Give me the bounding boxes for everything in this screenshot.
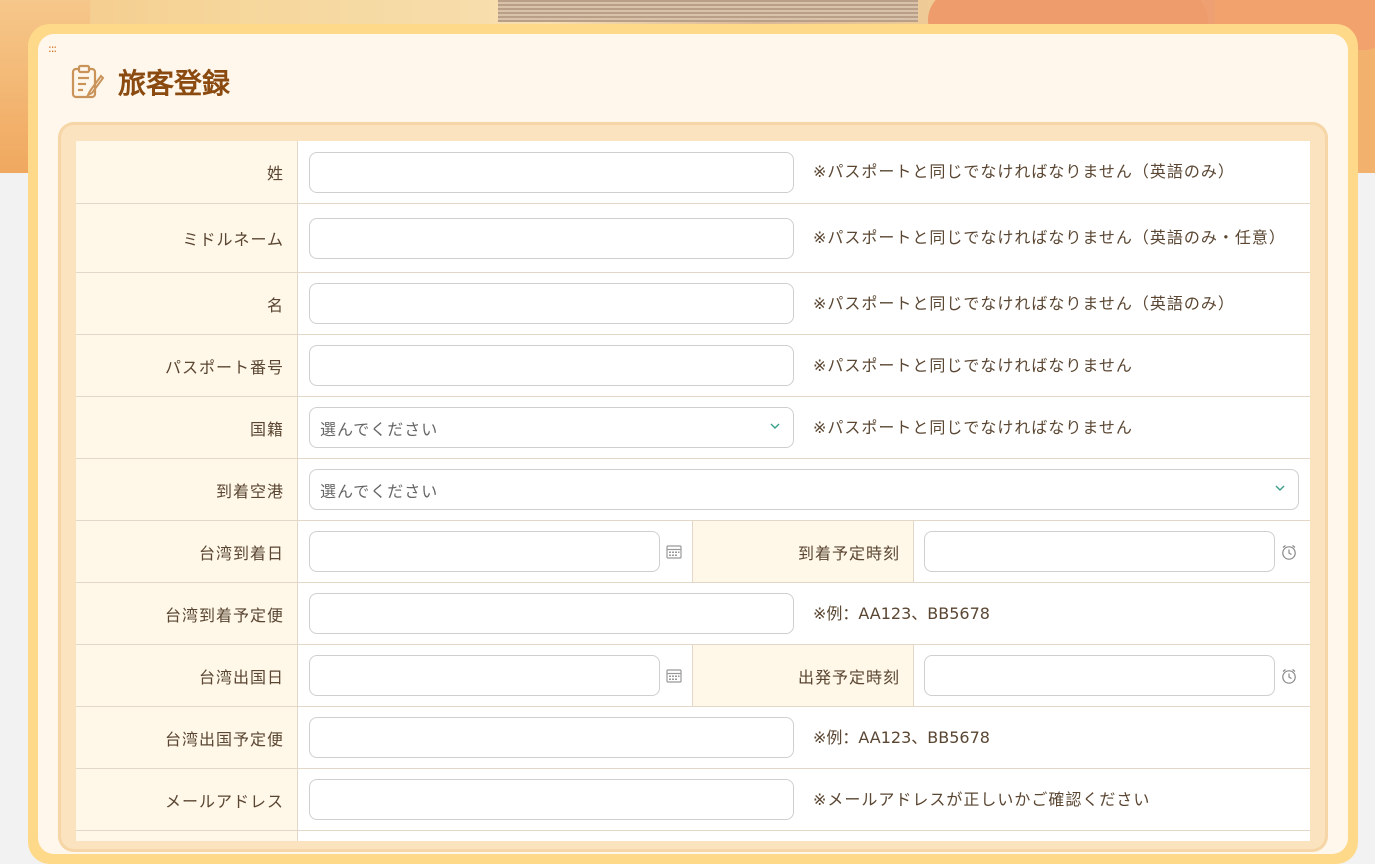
drag-handle[interactable]: ::: bbox=[48, 43, 57, 54]
banner-stripes bbox=[498, 0, 918, 22]
nationality-select-value: 選んでください bbox=[320, 419, 439, 439]
page-header: 旅客登録 bbox=[70, 62, 230, 102]
form-row-departure-flight: 台湾出国予定便 ※例：AA123、BB5678 bbox=[76, 707, 1310, 769]
form-row-arrival-date: 台湾到着日 到着予定時刻 bbox=[76, 521, 1310, 583]
departure-date-input[interactable] bbox=[309, 655, 660, 696]
first-name-input[interactable] bbox=[309, 283, 794, 324]
passport-note: ※パスポートと同じでなければなりません bbox=[813, 355, 1133, 375]
middle-name-label: ミドルネーム bbox=[76, 204, 298, 272]
clock-icon[interactable] bbox=[1280, 667, 1298, 685]
form-row-next bbox=[76, 831, 1310, 841]
page-title: 旅客登録 bbox=[118, 67, 231, 100]
form-row-arrival-airport: 到着空港 選んでください bbox=[76, 459, 1310, 521]
arrival-date-input[interactable] bbox=[309, 531, 660, 572]
first-name-label: 名 bbox=[76, 273, 298, 334]
departure-date-label: 台湾出国日 bbox=[76, 645, 298, 706]
arrival-flight-input[interactable] bbox=[309, 593, 794, 634]
arrival-airport-label: 到着空港 bbox=[76, 459, 298, 520]
departure-time-input[interactable] bbox=[924, 655, 1275, 696]
arrival-date-label: 台湾到着日 bbox=[76, 521, 298, 582]
arrival-flight-note: ※例：AA123、BB5678 bbox=[813, 603, 990, 623]
next-row-label bbox=[76, 831, 298, 841]
arrival-time-input[interactable] bbox=[924, 531, 1275, 572]
nationality-label: 国籍 bbox=[76, 397, 298, 458]
form-row-passport: パスポート番号 ※パスポートと同じでなければなりません bbox=[76, 335, 1310, 397]
passport-label: パスポート番号 bbox=[76, 335, 298, 396]
form-row-last-name: 姓 ※パスポートと同じでなければなりません（英語のみ） bbox=[76, 141, 1310, 204]
departure-flight-label: 台湾出国予定便 bbox=[76, 707, 298, 768]
last-name-note: ※パスポートと同じでなければなりません（英語のみ） bbox=[813, 162, 1235, 181]
first-name-note: ※パスポートと同じでなければなりません（英語のみ） bbox=[813, 293, 1235, 313]
arrival-time-label: 到着予定時刻 bbox=[692, 521, 914, 582]
form-row-first-name: 名 ※パスポートと同じでなければなりません（英語のみ） bbox=[76, 273, 1310, 335]
last-name-input[interactable] bbox=[309, 151, 794, 193]
calendar-icon[interactable] bbox=[665, 543, 683, 561]
middle-name-note: ※パスポートと同じでなければなりません（英語のみ・任意） bbox=[813, 228, 1286, 247]
departure-flight-input[interactable] bbox=[309, 717, 794, 758]
form-row-nationality: 国籍 選んでください ※パスポートと同じでなければなりません bbox=[76, 397, 1310, 459]
middle-name-input[interactable] bbox=[309, 217, 794, 259]
email-input[interactable] bbox=[309, 779, 794, 820]
form-row-departure-date: 台湾出国日 出発予定時刻 bbox=[76, 645, 1310, 707]
calendar-icon[interactable] bbox=[665, 667, 683, 685]
clock-icon[interactable] bbox=[1280, 543, 1298, 561]
chevron-down-icon bbox=[770, 423, 780, 429]
nationality-note: ※パスポートと同じでなければなりません bbox=[813, 417, 1133, 437]
clipboard-edit-icon bbox=[71, 64, 105, 99]
last-name-label: 姓 bbox=[76, 141, 298, 203]
passport-input[interactable] bbox=[309, 345, 794, 386]
form-row-email: メールアドレス ※メールアドレスが正しいかご確認ください bbox=[76, 769, 1310, 831]
chevron-down-icon bbox=[1275, 485, 1285, 491]
departure-flight-note: ※例：AA123、BB5678 bbox=[813, 727, 990, 747]
email-note: ※メールアドレスが正しいかご確認ください bbox=[813, 789, 1151, 809]
nationality-select[interactable]: 選んでください bbox=[309, 407, 794, 448]
email-label: メールアドレス bbox=[76, 769, 298, 830]
form-row-middle-name: ミドルネーム ※パスポートと同じでなければなりません（英語のみ・任意） bbox=[76, 204, 1310, 273]
arrival-airport-select[interactable]: 選んでください bbox=[309, 469, 1299, 510]
arrival-flight-label: 台湾到着予定便 bbox=[76, 583, 298, 644]
departure-time-label: 出発予定時刻 bbox=[692, 645, 914, 706]
form-row-arrival-flight: 台湾到着予定便 ※例：AA123、BB5678 bbox=[76, 583, 1310, 645]
arrival-airport-select-value: 選んでください bbox=[320, 481, 439, 501]
